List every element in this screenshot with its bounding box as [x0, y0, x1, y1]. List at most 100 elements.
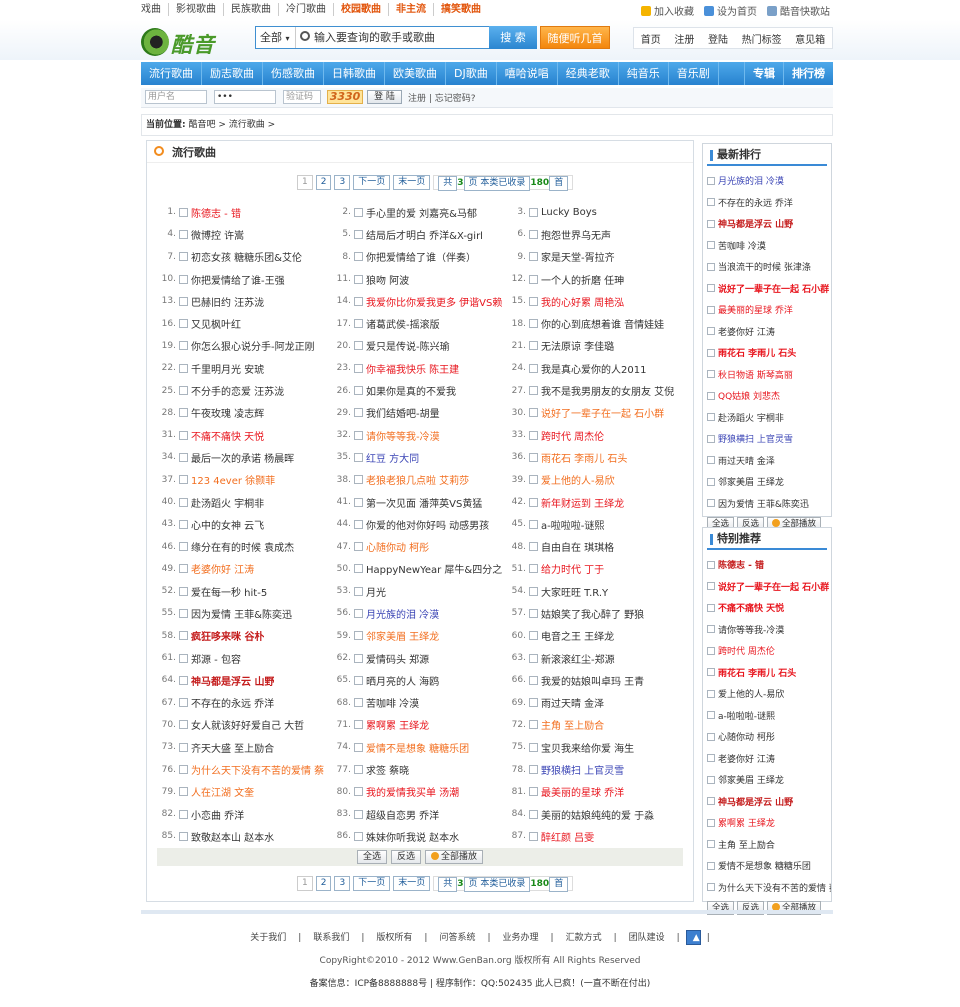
song-title-link[interactable]: 你的心到底想着谁 音情娃娃	[541, 316, 664, 331]
page-number-link[interactable]: 2	[315, 175, 332, 190]
song-checkbox[interactable]	[354, 675, 363, 685]
side-song-link[interactable]: 爱上他的人-易欣	[718, 687, 784, 700]
top-nav-item[interactable]: 搞笑歌曲	[434, 3, 488, 16]
song-title-link[interactable]: 你幸福我快乐 陈王建	[366, 361, 459, 376]
fast-site-link[interactable]: 酷音快歌站	[767, 3, 830, 18]
select-all-button[interactable]: 全选	[356, 850, 387, 864]
header-nav-item[interactable]: 意见箱	[795, 31, 825, 46]
side-song-link[interactable]: 赴汤蹈火 宇桐非	[718, 411, 784, 424]
song-checkbox[interactable]	[354, 608, 363, 618]
side-song-link[interactable]: 老婆你好 江涛	[718, 325, 775, 338]
header-nav-item[interactable]: 首页	[641, 31, 661, 46]
side-song-checkbox[interactable]	[707, 434, 715, 443]
side-song-link[interactable]: 当浪流干的时候 张津涤	[718, 260, 811, 273]
song-checkbox[interactable]	[179, 408, 188, 418]
song-checkbox[interactable]	[529, 564, 538, 574]
side-song-link[interactable]: 雨过天晴 金泽	[718, 454, 775, 467]
side-song-checkbox[interactable]	[707, 711, 715, 720]
captcha-image[interactable]: 3330	[327, 90, 363, 104]
song-checkbox[interactable]	[354, 497, 363, 507]
song-title-link[interactable]: 新年财运到 王绎龙	[541, 495, 624, 510]
song-checkbox[interactable]	[529, 341, 538, 351]
song-checkbox[interactable]	[179, 252, 188, 262]
song-checkbox[interactable]	[354, 319, 363, 329]
main-nav-item[interactable]: 流行歌曲	[141, 62, 202, 85]
song-title-link[interactable]: 红豆 方大同	[366, 450, 419, 465]
song-checkbox[interactable]	[179, 564, 188, 574]
song-checkbox[interactable]	[354, 519, 363, 529]
top-nav-item[interactable]: 校园歌曲	[334, 3, 389, 16]
song-title-link[interactable]: 老婆你好 江涛	[191, 561, 254, 576]
song-checkbox[interactable]	[354, 341, 363, 351]
song-title-link[interactable]: 超级自恋男 乔洋	[366, 807, 439, 822]
page-number-link[interactable]: 2	[315, 876, 332, 891]
song-checkbox[interactable]	[179, 765, 188, 775]
main-nav-item[interactable]: 日韩歌曲	[324, 62, 385, 85]
song-title-link[interactable]: 我的心好累 周艳泓	[541, 294, 624, 309]
song-checkbox[interactable]	[529, 653, 538, 663]
song-checkbox[interactable]	[179, 653, 188, 663]
song-title-link[interactable]: 赴汤蹈火 宇桐非	[191, 495, 264, 510]
song-title-link[interactable]: 诸葛武侯-摇滚版	[366, 316, 440, 331]
song-checkbox[interactable]	[529, 274, 538, 284]
top-nav-item[interactable]: 戏曲	[141, 3, 169, 16]
song-title-link[interactable]: 你爱的他对你好吗 动感男孩	[366, 517, 489, 532]
song-checkbox[interactable]	[179, 207, 188, 217]
song-checkbox[interactable]	[354, 698, 363, 708]
song-checkbox[interactable]	[179, 519, 188, 529]
main-nav-right-item[interactable]: 排行榜	[783, 62, 833, 85]
side-song-checkbox[interactable]	[707, 391, 715, 400]
side-song-link[interactable]: 神马都是浮云 山野	[718, 217, 793, 230]
main-nav-item[interactable]: 纯音乐	[619, 62, 669, 85]
song-checkbox[interactable]	[179, 809, 188, 819]
song-title-link[interactable]: 因为爱情 王菲&陈奕迅	[191, 606, 292, 621]
top-nav-item[interactable]: 冷门歌曲	[279, 3, 334, 16]
side-song-checkbox[interactable]	[707, 603, 715, 612]
side-song-link[interactable]: 老婆你好 江涛	[718, 752, 775, 765]
side-song-link[interactable]: 邻家美眉 王绎龙	[718, 475, 784, 488]
song-title-link[interactable]: 陈德志 - 错	[191, 205, 241, 220]
song-title-link[interactable]: 你把爱情给了谁-王强	[191, 272, 285, 287]
song-title-link[interactable]: 巴赫旧约 汪苏泷	[191, 294, 264, 309]
next-page-link[interactable]: 下一页	[353, 876, 391, 891]
invert-selection-button[interactable]: 反选	[390, 850, 421, 864]
song-title-link[interactable]: 我的爱情我买单 汤潮	[366, 784, 459, 799]
side-song-link[interactable]: 陈德志 - 错	[718, 558, 764, 571]
top-nav-item[interactable]: 非主流	[389, 3, 434, 16]
side-song-link[interactable]: 雨花石 李雨儿 石头	[718, 346, 796, 359]
song-checkbox[interactable]	[529, 675, 538, 685]
song-checkbox[interactable]	[354, 274, 363, 284]
side-song-checkbox[interactable]	[707, 499, 715, 508]
song-title-link[interactable]: 家是天堂-胥拉齐	[541, 249, 615, 264]
breadcrumb-path[interactable]: 酷音吧 > 流行歌曲 >	[188, 120, 275, 130]
song-title-link[interactable]: 我不是我男朋友的女朋友 艾倪	[541, 383, 674, 398]
song-checkbox[interactable]	[179, 631, 188, 641]
song-checkbox[interactable]	[529, 408, 538, 418]
side-song-link[interactable]: 神马都是浮云 山野	[718, 795, 793, 808]
side-song-checkbox[interactable]	[707, 797, 715, 806]
header-nav-item[interactable]: 热门标签	[742, 31, 782, 46]
side-song-checkbox[interactable]	[707, 775, 715, 784]
side-song-checkbox[interactable]	[707, 582, 715, 591]
song-checkbox[interactable]	[179, 698, 188, 708]
song-checkbox[interactable]	[529, 586, 538, 596]
song-checkbox[interactable]	[354, 720, 363, 730]
register-forgot-links[interactable]: 注册 | 忘记密码?	[408, 91, 476, 104]
side-song-checkbox[interactable]	[707, 754, 715, 763]
song-checkbox[interactable]	[354, 765, 363, 775]
main-nav-item[interactable]: 伤感歌曲	[263, 62, 324, 85]
side-song-checkbox[interactable]	[707, 840, 715, 849]
side-song-link[interactable]: 为什么天下没有不苦的爱情 蔡	[718, 881, 831, 894]
top-nav-item[interactable]: 影视歌曲	[169, 3, 224, 16]
song-checkbox[interactable]	[354, 653, 363, 663]
song-checkbox[interactable]	[354, 363, 363, 373]
main-nav-item[interactable]: DJ歌曲	[446, 62, 497, 85]
song-title-link[interactable]: 雨过天晴 金泽	[541, 695, 604, 710]
song-checkbox[interactable]	[179, 497, 188, 507]
song-checkbox[interactable]	[354, 564, 363, 574]
header-nav-item[interactable]: 注册	[674, 31, 694, 46]
side-song-link[interactable]: 野狼横扫 上官灵雪	[718, 432, 793, 445]
song-title-link[interactable]: 自由自在 琪琪格	[541, 539, 614, 554]
search-button[interactable]: 搜 索	[489, 26, 537, 49]
song-title-link[interactable]: a-啦啦啦-谜熙	[541, 517, 604, 532]
